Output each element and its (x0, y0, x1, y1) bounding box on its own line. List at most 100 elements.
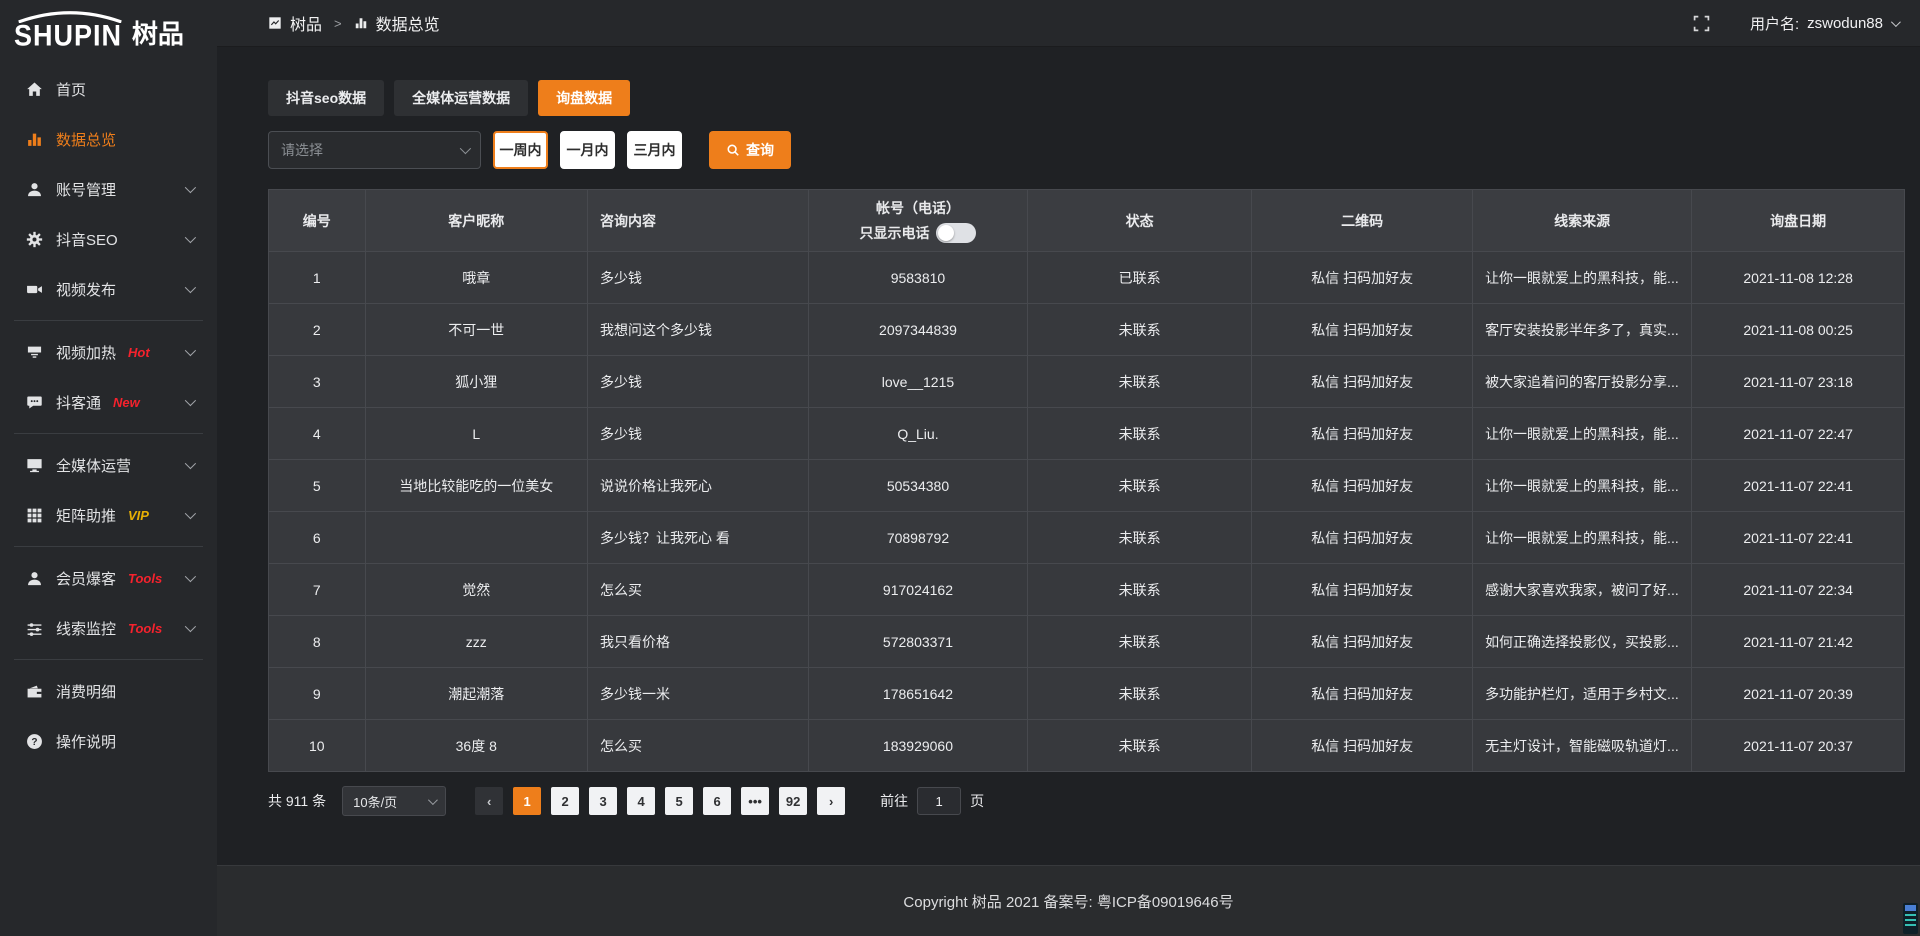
cell-nickname: 狐小狸 (365, 356, 587, 408)
phone-only-label: 只显示电话 (859, 223, 929, 243)
chevron-down-icon (185, 458, 196, 469)
cell-nickname: 哦章 (365, 252, 587, 304)
page-unit-label: 页 (970, 791, 984, 811)
search-button[interactable]: 查询 (709, 131, 791, 169)
sidebar-item-member-baoke[interactable]: 会员爆客 Tools (0, 557, 217, 599)
breadcrumb-root[interactable]: 树品 (290, 11, 322, 35)
page-size-value: 10条/页 (353, 792, 397, 811)
cell-account: 183929060 (808, 720, 1027, 772)
monitor-icon (26, 457, 43, 474)
source-link[interactable]: 多功能护栏灯，适用于乡村文... (1473, 668, 1692, 720)
period-week-button[interactable]: 一周内 (493, 131, 548, 169)
source-link[interactable]: 无主灯设计，智能磁吸轨道灯... (1473, 720, 1692, 772)
phone-only-toggle[interactable] (936, 223, 976, 243)
source-link[interactable]: 让你一眼就爱上的黑科技，能... (1473, 408, 1692, 460)
page-button-6[interactable]: 6 (703, 787, 731, 815)
home-icon (26, 81, 43, 98)
new-badge: New (113, 395, 140, 410)
goto-page-input[interactable] (917, 787, 961, 815)
qrcode-link[interactable]: 私信 扫码加好友 (1252, 408, 1473, 460)
sidebar-item-matrix-boost[interactable]: 矩阵助推 VIP (0, 494, 217, 536)
qrcode-link[interactable]: 私信 扫码加好友 (1252, 720, 1473, 772)
source-link[interactable]: 让你一眼就爱上的黑科技，能... (1473, 460, 1692, 512)
source-link[interactable]: 客厅安装投影半年多了，真实... (1473, 304, 1692, 356)
cell-account: Q_Liu. (808, 408, 1027, 460)
cell-no: 7 (269, 564, 366, 616)
cell-status: 未联系 (1028, 356, 1252, 408)
cell-no: 2 (269, 304, 366, 356)
page-button-3[interactable]: 3 (589, 787, 617, 815)
sidebar-item-label: 视频加热 (56, 342, 116, 363)
chevron-down-icon (428, 795, 438, 805)
period-quarter-button[interactable]: 三月内 (627, 131, 682, 169)
filter-select[interactable]: 请选择 (268, 131, 481, 169)
tab-media-operation-data[interactable]: 全媒体运营数据 (394, 80, 528, 116)
cell-no: 3 (269, 356, 366, 408)
page-button-4[interactable]: 4 (627, 787, 655, 815)
sidebar-item-doukettong[interactable]: 抖客通 New (0, 381, 217, 423)
qrcode-link[interactable]: 私信 扫码加好友 (1252, 616, 1473, 668)
sidebar-item-operation-guide[interactable]: ? 操作说明 (0, 720, 217, 762)
sidebar-item-video-heating[interactable]: 视频加热 Hot (0, 331, 217, 373)
logo-arc (16, 10, 124, 23)
more-pages-button[interactable]: ••• (741, 787, 769, 815)
sidebar-item-douyin-seo[interactable]: 抖音SEO (0, 218, 217, 260)
fullscreen-icon[interactable] (1693, 15, 1710, 32)
sidebar-item-account-management[interactable]: 账号管理 (0, 168, 217, 210)
col-nickname: 客户昵称 (365, 190, 587, 252)
qrcode-link[interactable]: 私信 扫码加好友 (1252, 356, 1473, 408)
cell-account: 2097344839 (808, 304, 1027, 356)
user-menu[interactable]: 用户名: zswodun88 (1750, 13, 1898, 34)
cell-status: 未联系 (1028, 408, 1252, 460)
cell-date: 2021-11-08 12:28 (1692, 252, 1905, 304)
breadcrumb-separator: > (334, 16, 342, 31)
sidebar-item-lead-monitor[interactable]: 线索监控 Tools (0, 607, 217, 649)
corner-widget[interactable] (1903, 903, 1918, 934)
cell-nickname: zzz (365, 616, 587, 668)
cell-account: 9583810 (808, 252, 1027, 304)
page-button-1[interactable]: 1 (513, 787, 541, 815)
period-month-button[interactable]: 一月内 (560, 131, 615, 169)
source-link[interactable]: 如何正确选择投影仪，买投影... (1473, 616, 1692, 668)
sidebar: SHUPIN 树品 首页 数据总览 账号管理 抖音SEO (0, 0, 217, 936)
sidebar-item-video-publish[interactable]: 视频发布 (0, 268, 217, 310)
sidebar-item-home[interactable]: 首页 (0, 68, 217, 110)
topbar-right: 用户名: zswodun88 (1693, 13, 1898, 34)
source-link[interactable]: 感谢大家喜欢我家，被问了好... (1473, 564, 1692, 616)
svg-text:?: ? (31, 737, 37, 748)
bar-chart-icon (26, 131, 43, 148)
qrcode-link[interactable]: 私信 扫码加好友 (1252, 564, 1473, 616)
source-link[interactable]: 让你一眼就爱上的黑科技，能... (1473, 252, 1692, 304)
cell-content: 我想问这个多少钱 (588, 304, 809, 356)
qrcode-link[interactable]: 私信 扫码加好友 (1252, 252, 1473, 304)
table-row: 7 觉然 怎么买 917024162 未联系 私信 扫码加好友 感谢大家喜欢我家… (269, 564, 1905, 616)
next-page-button[interactable]: › (817, 787, 845, 815)
cell-status: 未联系 (1028, 668, 1252, 720)
tab-inquiry-data[interactable]: 询盘数据 (538, 80, 630, 116)
chevron-down-icon (185, 182, 196, 193)
page-button-92[interactable]: 92 (779, 787, 807, 815)
cell-account: 178651642 (808, 668, 1027, 720)
source-link[interactable]: 被大家追着问的客厅投影分享... (1473, 356, 1692, 408)
page-size-select[interactable]: 10条/页 (342, 786, 446, 816)
chevron-down-icon (185, 395, 196, 406)
qrcode-link[interactable]: 私信 扫码加好友 (1252, 668, 1473, 720)
page-button-2[interactable]: 2 (551, 787, 579, 815)
tab-douyin-seo-data[interactable]: 抖音seo数据 (268, 80, 384, 116)
sidebar-item-consumption-detail[interactable]: 消费明细 (0, 670, 217, 712)
gear-icon (26, 231, 43, 248)
page-button-5[interactable]: 5 (665, 787, 693, 815)
qrcode-link[interactable]: 私信 扫码加好友 (1252, 304, 1473, 356)
sidebar-item-data-overview[interactable]: 数据总览 (0, 118, 217, 160)
qrcode-link[interactable]: 私信 扫码加好友 (1252, 460, 1473, 512)
sidebar-item-label: 抖音SEO (56, 229, 118, 250)
cell-date: 2021-11-07 20:39 (1692, 668, 1905, 720)
qrcode-link[interactable]: 私信 扫码加好友 (1252, 512, 1473, 564)
source-link[interactable]: 让你一眼就爱上的黑科技，能... (1473, 512, 1692, 564)
logo-en-label: SHUPIN (14, 20, 122, 52)
sidebar-divider (14, 659, 203, 660)
sidebar-item-media-operation[interactable]: 全媒体运营 (0, 444, 217, 486)
wallet-icon (26, 683, 43, 700)
prev-page-button[interactable]: ‹ (475, 787, 503, 815)
cell-no: 4 (269, 408, 366, 460)
